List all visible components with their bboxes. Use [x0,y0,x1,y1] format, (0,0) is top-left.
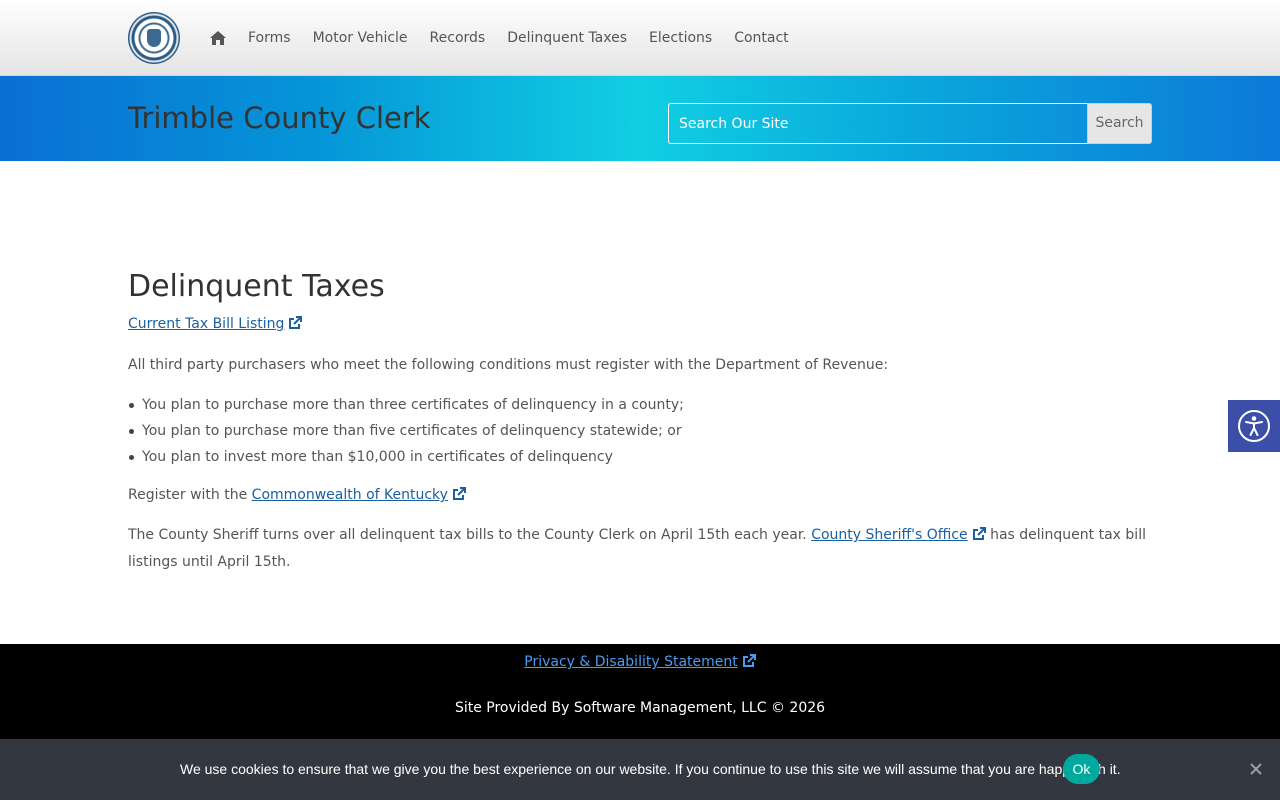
site-title: Trimble County Clerk [128,101,431,135]
search-button[interactable]: Search [1087,103,1152,144]
external-link-icon [288,314,303,339]
list-item: You plan to purchase more than three cer… [128,392,1158,418]
accessibility-toggle-button[interactable] [1228,400,1280,452]
close-icon[interactable] [1248,761,1264,777]
home-icon[interactable] [210,30,226,46]
accessibility-icon [1238,410,1270,442]
conditions-list: You plan to purchase more than three cer… [128,392,1158,470]
sheriff-paragraph: The County Sheriff turns over all delinq… [128,523,1158,575]
external-link-icon [452,485,466,510]
privacy-link-label: Privacy & Disability Statement [524,654,738,670]
header-banner: Trimble County Clerk Search [0,76,1280,161]
sheriff-prefix: The County Sheriff turns over all delinq… [128,527,812,543]
main-content: Delinquent Taxes Current Tax Bill Listin… [128,268,1158,575]
nav-item-motor-vehicle[interactable]: Motor Vehicle [313,28,408,48]
cookie-notice-bar: We use cookies to ensure that we give yo… [0,739,1280,800]
privacy-disability-statement-link[interactable]: Privacy & Disability Statement [524,654,738,670]
external-link-icon [972,525,986,550]
intro-paragraph: All third party purchasers who meet the … [128,357,889,373]
nav-item-contact[interactable]: Contact [734,28,788,48]
sheriff-link-label: County Sheriff's Office [811,527,968,543]
list-item: You plan to invest more than $10,000 in … [128,444,1158,470]
main-nav: Forms Motor Vehicle Records Delinquent T… [210,28,811,48]
current-tax-bill-link-label: Current Tax Bill Listing [128,316,285,332]
nav-item-delinquent-taxes[interactable]: Delinquent Taxes [507,28,627,48]
county-sheriffs-office-link[interactable]: County Sheriff's Office [811,527,967,543]
commonwealth-of-kentucky-link[interactable]: Commonwealth of Kentucky [252,487,448,503]
cookie-message: We use cookies to ensure that we give yo… [180,761,1121,777]
cookie-ok-button[interactable]: Ok [1063,754,1100,784]
current-tax-bill-link[interactable]: Current Tax Bill Listing [128,316,284,332]
list-item: You plan to purchase more than five cert… [128,418,1158,444]
nav-item-records[interactable]: Records [430,28,486,48]
commonwealth-link-label: Commonwealth of Kentucky [251,487,448,503]
privacy-link-row: Privacy & Disability Statement [0,652,1280,674]
register-prefix: Register with the [128,487,252,503]
external-link-icon [742,654,756,674]
seal-emblem [147,29,161,47]
page-title: Delinquent Taxes [128,269,385,304]
nav-item-forms[interactable]: Forms [248,28,291,48]
register-paragraph: Register with the Commonwealth of Kentuc… [128,483,1158,510]
county-seal-logo[interactable] [128,12,180,64]
footer: Privacy & Disability Statement Site Prov… [0,644,1280,739]
top-navigation-bar: Forms Motor Vehicle Records Delinquent T… [0,0,1280,76]
tax-bill-link-row: Current Tax Bill Listing [128,312,1158,339]
search-input[interactable] [668,103,1088,144]
nav-item-elections[interactable]: Elections [649,28,712,48]
site-credit: Site Provided By Software Management, LL… [454,700,826,716]
